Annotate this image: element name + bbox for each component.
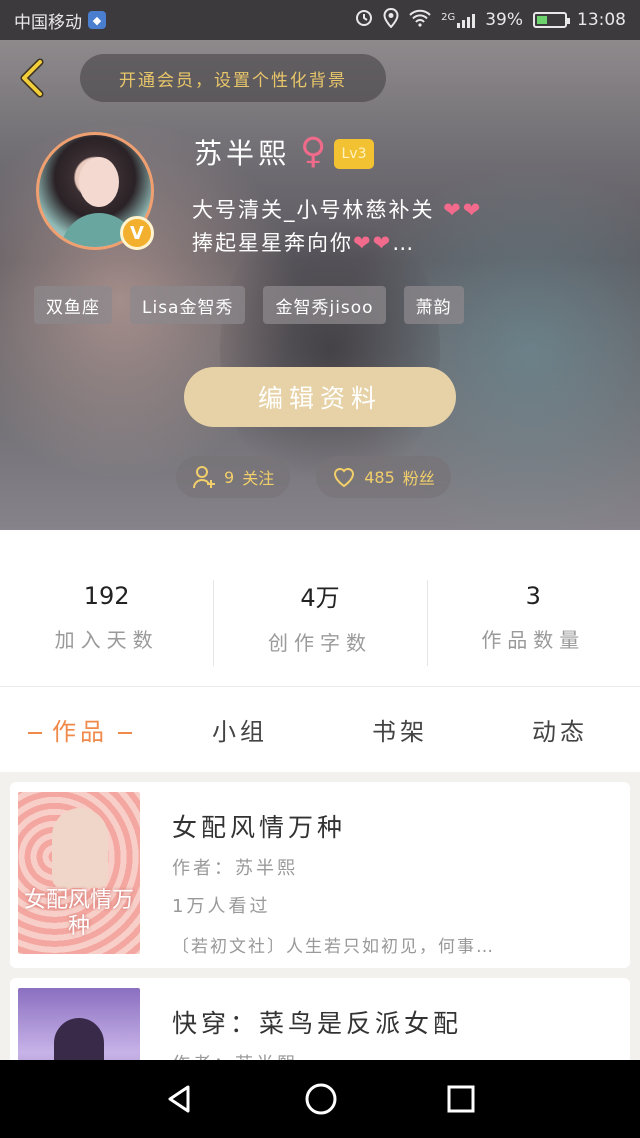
battery-fill xyxy=(537,16,547,24)
stat-value: 4万 xyxy=(300,584,340,612)
work-author: 作者：苏半熙 xyxy=(172,1050,298,1060)
follow-stats: 9 关注 485 粉丝 xyxy=(176,456,451,498)
work-card[interactable]: 女配风情万种 女配风情万种 作者：苏半熙 1万人看过 〔若初文社〕人生若只如初见… xyxy=(10,782,630,968)
stat-word-count: 4万 创作字数 xyxy=(213,530,426,686)
network-type: 2G xyxy=(441,12,456,23)
book-cover xyxy=(18,988,140,1060)
add-user-icon xyxy=(193,466,215,489)
work-title: 女配风情万种 xyxy=(172,813,347,842)
heart-icon xyxy=(334,468,355,488)
edit-profile-button[interactable]: 编辑资料 xyxy=(184,367,456,427)
stat-value: 192 xyxy=(83,581,130,610)
cover-title: 女配风情万种 xyxy=(24,888,135,939)
cell-signal-icon: 2G xyxy=(441,12,476,28)
profile-stats: 192 加入天数 4万 创作字数 3 作品数量 xyxy=(0,530,640,686)
battery-icon xyxy=(533,12,570,28)
security-shield-icon: ◆ xyxy=(88,11,106,29)
stat-value: 3 xyxy=(525,581,541,610)
stat-days-joined: 192 加入天数 xyxy=(0,530,213,686)
work-description: 〔若初文社〕人生若只如初见，何事… xyxy=(172,937,495,957)
status-indicators: 2G 39% 13:08 xyxy=(355,7,626,33)
tag[interactable]: 萧韵 xyxy=(403,286,464,324)
recents-square-icon[interactable] xyxy=(446,1084,476,1114)
bio-line-1: 大号清关_小号林慈补关 ❤❤ xyxy=(192,198,483,222)
tab-bookshelf[interactable]: 书架 xyxy=(320,712,480,747)
book-cover: 女配风情万种 xyxy=(18,792,140,954)
status-bar: 中国移动 ◆ 2G 39% 13:08 xyxy=(0,0,640,40)
stat-label: 作品数量 xyxy=(481,627,586,652)
work-card[interactable]: 快穿：菜鸟是反派女配 作者：苏半熙 xyxy=(10,978,630,1060)
hearts-emoji-icon: ❤❤ xyxy=(353,231,393,255)
carrier-name: 中国移动 xyxy=(14,12,82,33)
back-button[interactable] xyxy=(14,58,54,98)
hearts-emoji-icon: ❤❤ xyxy=(434,198,483,222)
tag[interactable]: Lisa金智秀 xyxy=(130,286,246,324)
female-gender-icon: ♀ xyxy=(300,131,327,172)
tab-works[interactable]: 作品 xyxy=(0,712,160,747)
carrier-group: 中国移动 ◆ xyxy=(14,8,106,33)
work-title: 快穿：菜鸟是反派女配 xyxy=(172,1009,463,1038)
tab-activity[interactable]: 动态 xyxy=(480,712,640,747)
tag[interactable]: 双鱼座 xyxy=(34,286,112,324)
clock: 13:08 xyxy=(577,10,626,30)
stat-works-count: 3 作品数量 xyxy=(426,530,640,686)
fans-count: 485 xyxy=(364,467,395,487)
wifi-icon xyxy=(409,9,431,32)
profile-tabs: 作品 小组 书架 动态 xyxy=(0,686,640,772)
following-label: 关注 xyxy=(242,469,275,488)
profile-header: 开通会员，设置个性化背景 V 苏半熙 ♀ Lv3 大号清关_小号林慈补关 ❤❤ … xyxy=(0,40,640,530)
username: 苏半熙 xyxy=(194,137,291,170)
home-circle-icon[interactable] xyxy=(304,1082,338,1116)
system-nav-bar xyxy=(0,1060,640,1138)
location-icon xyxy=(383,7,399,33)
bio-line-2: 捧起星星奔向你❤❤… xyxy=(192,231,416,255)
profile-tags: 双鱼座 Lisa金智秀 金智秀jisoo 萧韵 xyxy=(34,286,464,324)
works-list: 女配风情万种 女配风情万种 作者：苏半熙 1万人看过 〔若初文社〕人生若只如初见… xyxy=(0,772,640,1060)
back-triangle-icon[interactable] xyxy=(164,1083,196,1115)
vip-banner-button[interactable]: 开通会员，设置个性化背景 xyxy=(80,54,386,102)
stat-label: 加入天数 xyxy=(54,627,159,652)
fans-button[interactable]: 485 粉丝 xyxy=(316,456,451,498)
following-button[interactable]: 9 关注 xyxy=(176,456,291,498)
tag[interactable]: 金智秀jisoo xyxy=(263,286,386,324)
verified-badge: V xyxy=(120,216,154,250)
bio: 大号清关_小号林慈补关 ❤❤ 捧起星星奔向你❤❤… xyxy=(192,194,522,260)
alarm-icon xyxy=(355,9,373,32)
stat-label: 创作字数 xyxy=(267,631,372,655)
battery-percent: 39% xyxy=(485,10,523,30)
work-author: 作者：苏半熙 xyxy=(172,858,298,879)
work-views: 1万人看过 xyxy=(172,896,271,917)
level-badge: Lv3 xyxy=(334,139,374,169)
chevron-left-icon xyxy=(20,58,44,98)
fans-label: 粉丝 xyxy=(402,469,435,488)
tab-groups[interactable]: 小组 xyxy=(160,712,320,747)
following-count: 9 xyxy=(224,467,235,487)
